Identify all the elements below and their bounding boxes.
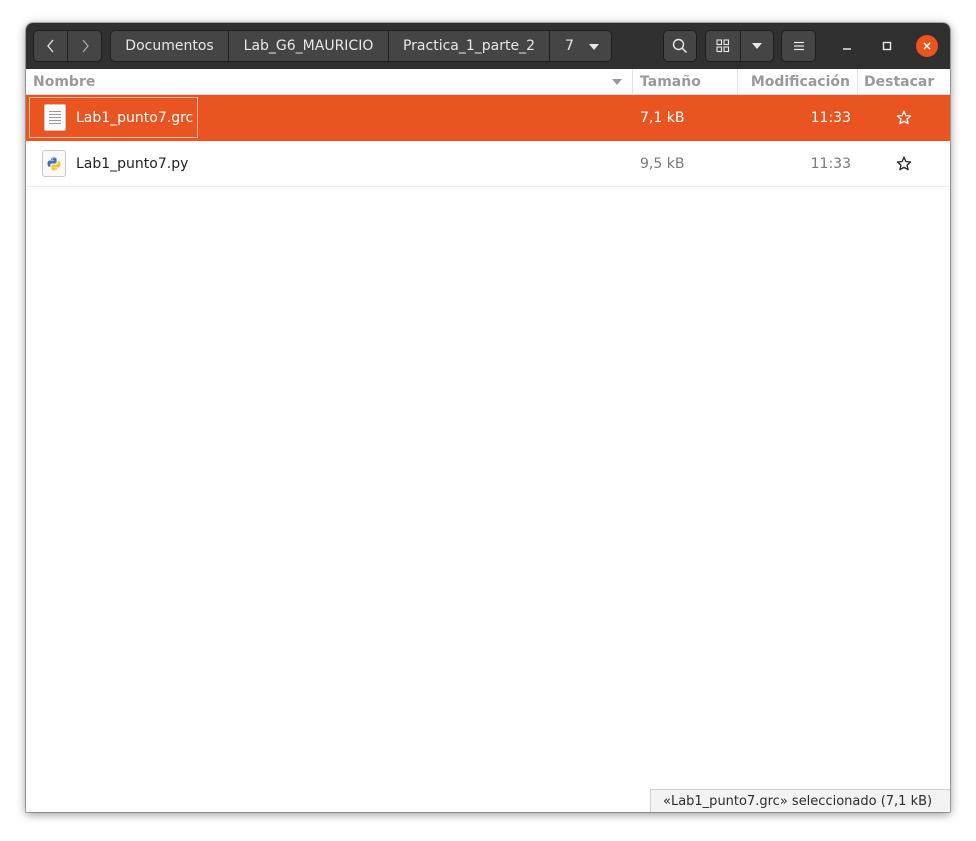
column-modified-label: Modificación — [750, 73, 850, 90]
back-icon — [46, 39, 53, 53]
text-file-icon — [44, 104, 66, 131]
column-header: Nombre Tamaño Modificación Destacar — [26, 69, 950, 95]
breadcrumb-label: Documentos — [125, 38, 214, 54]
maximize-icon — [882, 41, 892, 51]
selection-status: «Lab1_punto7.grc» seleccionado (7,1 kB) — [650, 789, 950, 812]
file-row[interactable]: Lab1_punto7.grc 7,1 kB 11:33 — [26, 95, 950, 141]
file-modified: 11:33 — [810, 156, 851, 172]
file-modified: 11:33 — [810, 110, 851, 126]
close-button[interactable] — [916, 35, 938, 57]
column-size-header[interactable]: Tamaño — [633, 69, 738, 94]
file-name: Lab1_punto7.grc — [76, 109, 194, 126]
file-size: 7,1 kB — [640, 110, 685, 126]
minimize-icon — [843, 48, 851, 50]
python-file-icon — [42, 150, 66, 177]
header-bar: Documentos Lab_G6_MAURICIO Practica_1_pa… — [26, 23, 950, 70]
file-row[interactable]: Lab1_punto7.py 9,5 kB 11:33 — [26, 141, 950, 187]
breadcrumb-documentos[interactable]: Documentos — [110, 30, 229, 62]
hamburger-menu-icon — [793, 41, 804, 51]
breadcrumb-label: 7 — [565, 38, 574, 54]
column-size-label: Tamaño — [640, 73, 701, 90]
back-button[interactable] — [33, 30, 68, 62]
star-icon[interactable] — [894, 154, 914, 174]
file-name: Lab1_punto7.py — [76, 155, 189, 172]
minimize-button[interactable] — [836, 35, 858, 57]
column-star-header[interactable]: Destacar — [858, 69, 950, 94]
view-mode-button[interactable] — [705, 30, 741, 62]
breadcrumb-practica-1-parte-2[interactable]: Practica_1_parte_2 — [389, 30, 550, 62]
search-icon — [672, 38, 688, 54]
grid-view-icon — [716, 39, 730, 53]
star-icon[interactable] — [894, 108, 914, 128]
forward-button[interactable] — [67, 30, 102, 62]
breadcrumb-current-folder[interactable]: 7 — [550, 30, 612, 62]
file-manager-window: Documentos Lab_G6_MAURICIO Practica_1_pa… — [26, 23, 950, 812]
maximize-button[interactable] — [876, 35, 898, 57]
close-icon — [923, 42, 931, 50]
main-menu-button[interactable] — [781, 30, 816, 62]
breadcrumb-lab-g6-mauricio[interactable]: Lab_G6_MAURICIO — [229, 30, 389, 62]
chevron-down-icon — [589, 44, 599, 50]
column-star-label: Destacar — [864, 73, 935, 90]
file-size: 9,5 kB — [640, 156, 685, 172]
column-name-header[interactable]: Nombre — [26, 69, 633, 94]
breadcrumb-label: Practica_1_parte_2 — [402, 38, 536, 54]
column-name-label: Nombre — [33, 73, 96, 90]
chevron-down-icon — [752, 43, 762, 49]
search-button[interactable] — [663, 30, 697, 62]
file-name-cell: Lab1_punto7.py — [29, 143, 192, 184]
forward-icon — [82, 39, 89, 53]
file-name-cell: Lab1_punto7.grc — [29, 97, 199, 138]
view-options-dropdown[interactable] — [740, 30, 774, 62]
column-modified-header[interactable]: Modificación — [738, 69, 858, 94]
breadcrumb-label: Lab_G6_MAURICIO — [243, 38, 374, 54]
sort-descending-icon — [612, 79, 622, 85]
